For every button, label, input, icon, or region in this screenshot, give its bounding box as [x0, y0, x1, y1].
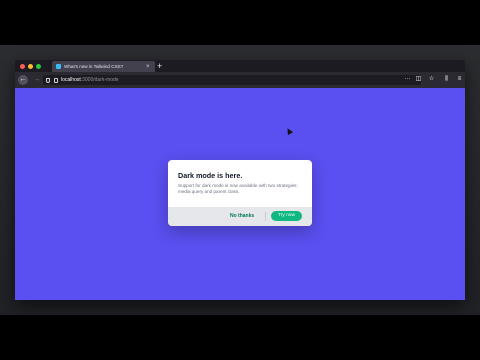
modal-footer: No thanks Try now — [168, 207, 312, 226]
url-host: localhost — [61, 77, 81, 83]
page-actions-icon[interactable]: ··· — [404, 76, 411, 83]
mouse-cursor-icon — [284, 126, 294, 136]
address-bar[interactable]: localhost :3000/dark-mode — [43, 75, 421, 85]
page-info-icon[interactable] — [54, 77, 58, 83]
library-icon[interactable]: ⫼ — [443, 76, 450, 83]
footer-divider — [265, 212, 266, 221]
tab-active[interactable]: What's new in Tailwind CSS? × — [52, 61, 155, 72]
modal-title: Dark mode is here. — [178, 171, 243, 180]
minimize-window-button[interactable] — [28, 64, 33, 69]
dark-mode-announcement-modal: Dark mode is here. Support for dark mode… — [168, 160, 312, 226]
tailwind-favicon-icon — [56, 64, 61, 69]
tab-title: What's new in Tailwind CSS? — [64, 64, 124, 69]
maximize-window-button[interactable] — [36, 64, 41, 69]
url-path: :3000/dark-mode — [80, 77, 119, 83]
no-thanks-button[interactable]: No thanks — [230, 213, 254, 219]
try-now-button[interactable]: Try now — [271, 211, 302, 221]
forward-button[interactable]: → — [32, 75, 42, 85]
new-tab-button[interactable]: + — [157, 60, 162, 72]
tracking-shield-icon[interactable] — [46, 77, 50, 83]
modal-description: Support for dark mode is now available w… — [178, 183, 298, 194]
tab-close-icon[interactable]: × — [146, 64, 150, 70]
close-window-button[interactable] — [20, 64, 25, 69]
navigation-toolbar: ← → localhost :3000/dark-mode ··· ◫ ☆ ⫼ … — [15, 72, 465, 88]
bookmark-star-icon[interactable]: ☆ — [428, 76, 435, 83]
pocket-icon[interactable]: ◫ — [415, 76, 422, 83]
hamburger-menu-icon[interactable]: ≡ — [456, 76, 463, 83]
page-viewport: Dark mode is here. Support for dark mode… — [15, 88, 465, 300]
tab-strip: What's new in Tailwind CSS? × + — [15, 60, 465, 72]
back-button[interactable]: ← — [18, 75, 28, 85]
browser-window: What's new in Tailwind CSS? × + ← → loca… — [15, 60, 465, 300]
